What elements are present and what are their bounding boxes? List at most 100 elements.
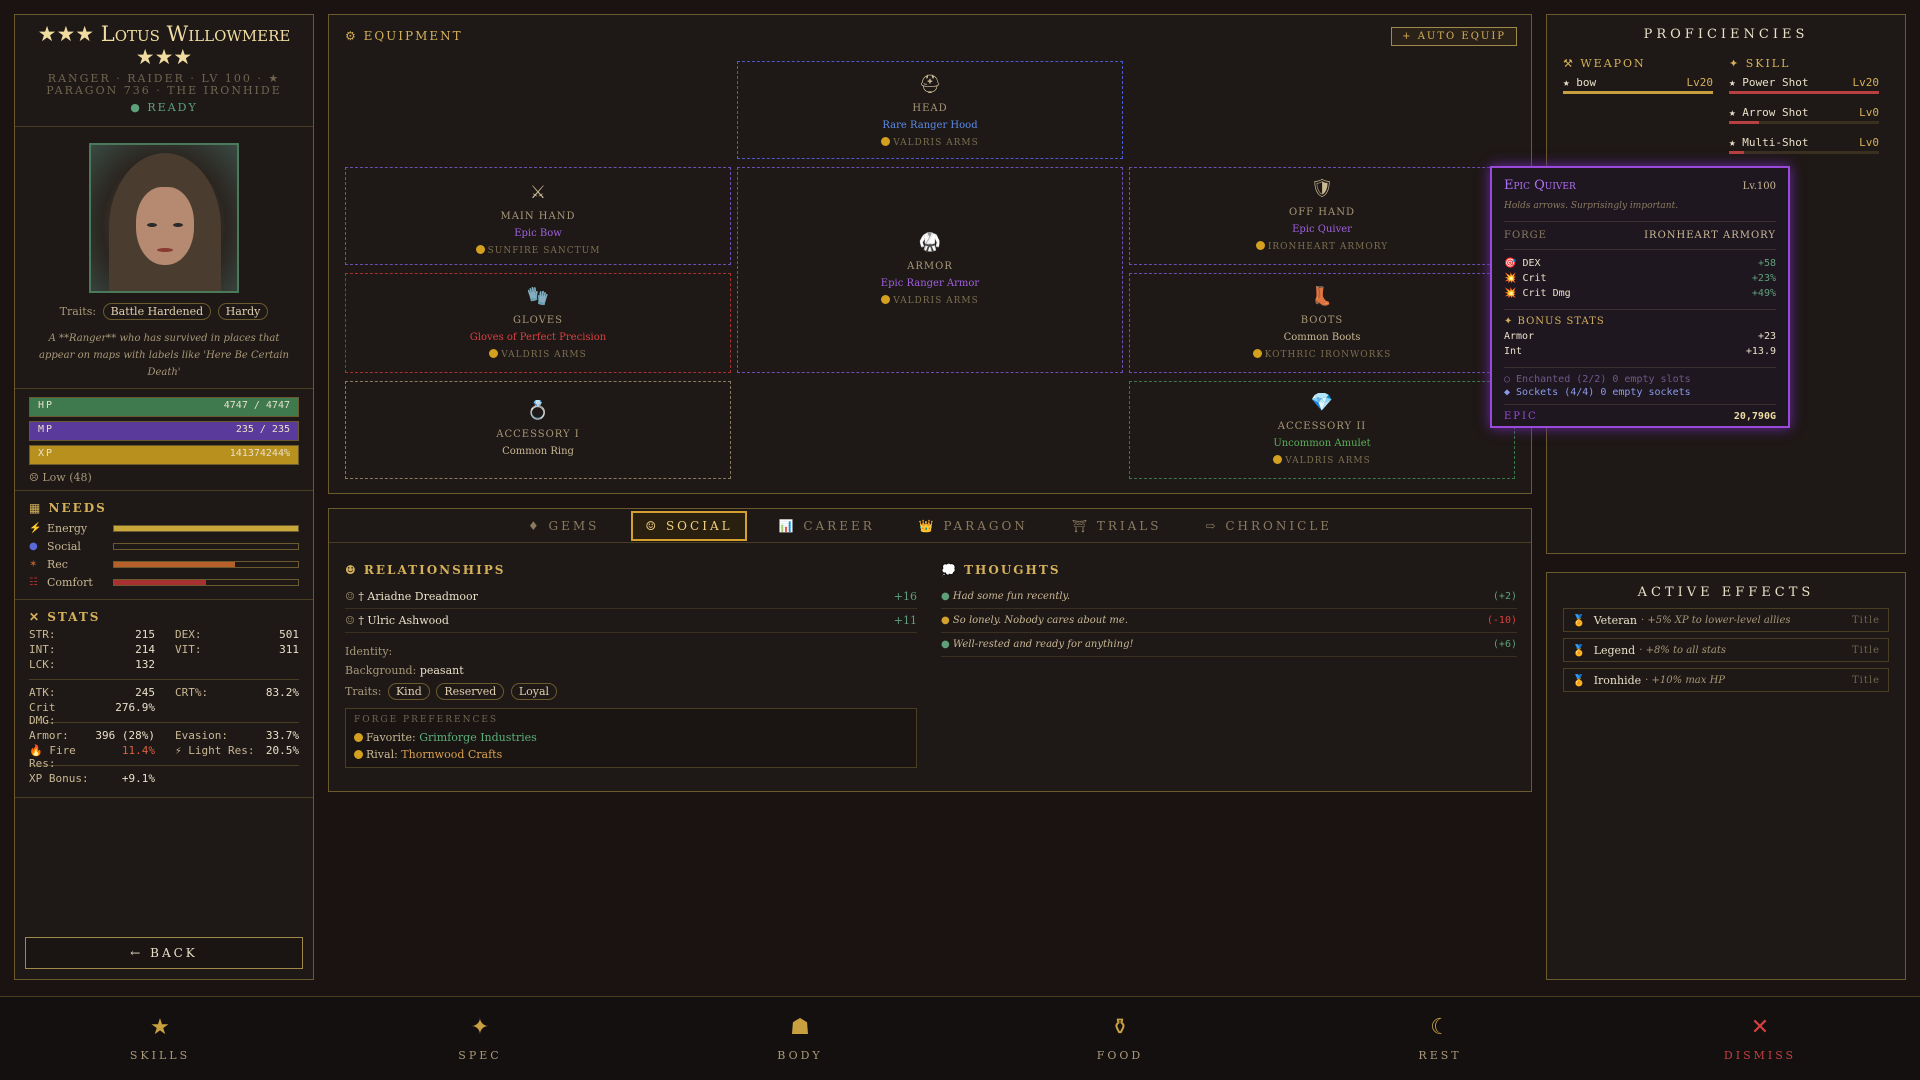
trait-pill: Loyal (510, 683, 558, 700)
social-icon: ● (29, 540, 38, 552)
lightning-icon: ⚡ (29, 522, 42, 534)
coin-icon (1252, 349, 1262, 358)
rest-button[interactable]: ☾ REST (1280, 997, 1600, 1080)
vitals: HP 4747 / 4747 MP 235 / 235 XP 141374244… (15, 397, 313, 484)
relationship-row[interactable]: ☺ † Ulric Ashwood +11 (345, 609, 917, 633)
proficiencies-title: PROFICIENCIES (1643, 27, 1809, 42)
slot-name: ACCESSORY II (1277, 421, 1367, 432)
equipment-title: ⚙ EQUIPMENT (345, 29, 463, 43)
medal-icon: 🏅 (1572, 613, 1586, 627)
body-button[interactable]: ☗ BODY (640, 997, 960, 1080)
rec-icon: ✶ (29, 558, 38, 570)
tooltip-level: Lv.100 (1742, 181, 1776, 192)
auto-equip-button[interactable]: + AUTO EQUIP (1391, 27, 1517, 46)
item-tooltip: Epic Quiver Lv.100 Holds arrows. Surpris… (1490, 166, 1790, 428)
slot-name: OFF HAND (1289, 207, 1355, 218)
skills-button[interactable]: ★ SKILLS (0, 997, 320, 1080)
traits-line: Traits: Battle Hardened Hardy (15, 303, 313, 320)
skull-icon: ☺ (345, 614, 359, 627)
spark-icon: ✦ (470, 1015, 490, 1040)
medal-icon: 🏅 (1572, 673, 1586, 687)
slot-maker: VALDRIS ARMS (1285, 456, 1371, 466)
slot-name: ACCESSORY I (496, 429, 580, 440)
relationship-row[interactable]: ☺ † Ariadne Dreadmoor +16 (345, 585, 917, 609)
slot-name: MAIN HAND (500, 211, 576, 222)
forge-preferences: FORGE PREFERENCES Favorite: Grimforge In… (345, 708, 917, 768)
slot-name: ARMOR (907, 261, 953, 272)
slot-maker: VALDRIS ARMS (501, 350, 587, 360)
slot-boots[interactable]: 👢 BOOTS Common Boots KOTHRIC IRONWORKS (1129, 273, 1515, 373)
trait-pill: Hardy (217, 303, 269, 320)
mp-label: MP (38, 424, 55, 435)
effect-row[interactable]: 🏅 Ironhide · +10% max HP Title (1563, 668, 1889, 692)
coin-icon (475, 245, 485, 254)
need-energy: ⚡ Energy (29, 519, 299, 537)
slot-armor[interactable]: 🥋 ARMOR Epic Ranger Armor VALDRIS ARMS (737, 167, 1123, 373)
slot-item: Epic Quiver (1292, 224, 1352, 235)
coin-icon (881, 137, 891, 146)
character-header: ★★★ Lotus Willowmere ★★★ RANGER · RAIDER… (15, 15, 313, 127)
effect-row[interactable]: 🏅 Veteran · +5% XP to lower-level allies T… (1563, 608, 1889, 632)
tab-chronicle[interactable]: ⇨ CHRONICLE (1194, 513, 1345, 539)
slot-name: BOOTS (1300, 315, 1344, 326)
effects-title: ACTIVE EFFECTS (1637, 585, 1815, 600)
slot-accessory-1[interactable]: 💍 ACCESSORY I Common Ring (345, 381, 731, 479)
skull-icon: ☺ (345, 590, 359, 603)
slot-head[interactable]: ⛑ HEAD Rare Ranger Hood VALDRIS ARMS (737, 61, 1123, 159)
dot-icon: ● (941, 615, 953, 626)
stats-section: ✕ STATS STR: 215 DEX: 501 INT: 214 VIT: 311 LC… (29, 610, 299, 785)
effect-row[interactable]: 🏅 Legend · +8% to all stats Title (1563, 638, 1889, 662)
tab-career[interactable]: 📊 CAREER (767, 513, 887, 539)
tab-trials[interactable]: ⛩ TRIALS (1060, 513, 1174, 539)
thought-row: ● So lonely. Nobody cares about me. (-10… (941, 609, 1517, 633)
tooltip-footer: EPIC 20,790G (1504, 404, 1776, 422)
xp-label: XP (38, 448, 55, 459)
slot-main-hand[interactable]: ⚔ MAIN HAND Epic Bow SUNFIRE SANCTUM (345, 167, 731, 265)
character-bio: A **Ranger** who has survived in places … (38, 333, 289, 378)
armor-icon: 🥋 (918, 232, 942, 253)
thought-row: ● Well-rested and ready for anything! (+… (941, 633, 1517, 657)
slot-item: Epic Ranger Armor (880, 278, 980, 289)
bottom-nav: ★ SKILLS ✦ SPEC ☗ BODY ⚱ FOOD ☾ REST ✕ DISMISS (0, 996, 1920, 1080)
food-button[interactable]: ⚱ FOOD (960, 997, 1280, 1080)
mood-low: ☹ Low (48) (29, 471, 92, 484)
needs-icon: ▦ (29, 501, 49, 515)
coin-icon (1273, 455, 1283, 464)
back-button[interactable]: ← BACK (25, 937, 303, 969)
moon-icon: ☾ (1430, 1015, 1450, 1040)
star-icon: ★ (150, 1015, 170, 1040)
skill-title: ✦ SKILL (1729, 57, 1791, 70)
boots-icon: 👢 (1310, 286, 1334, 307)
tab-gems[interactable]: ♦ GEMS (516, 513, 611, 539)
slot-gloves[interactable]: 🧤 GLOVES Gloves of Perfect Precision VAL… (345, 273, 731, 373)
gem-icon: 💎 (1310, 392, 1334, 413)
mp-value: 235 / 235 (235, 424, 290, 435)
tab-paragon[interactable]: 👑 PARAGON (907, 513, 1040, 539)
trait-pill: Kind (387, 683, 430, 700)
need-fill (114, 525, 298, 531)
slot-item: Uncommon Amulet (1273, 438, 1371, 449)
coin-icon (354, 750, 363, 759)
xp-bar: XP 141374244% (29, 445, 299, 465)
swords-icon: ⚔ (529, 182, 547, 203)
spec-button[interactable]: ✦ SPEC (320, 997, 640, 1080)
helmet-icon: ⛑ (918, 74, 942, 95)
active-effects-panel: ACTIVE EFFECTS 🏅 Veteran · +5% XP to lowe… (1546, 572, 1906, 980)
slot-accessory-2[interactable]: 💎 ACCESSORY II Uncommon Amulet VALDRIS A… (1129, 381, 1515, 479)
slot-item: Rare Ranger Hood (882, 120, 978, 131)
hp-label: HP (38, 400, 55, 411)
need-comfort: ☷ Comfort (29, 573, 299, 591)
skill-proficiencies: ✦ SKILL ★ Power Shot Lv20 ★ Arrow Shot Lv0… (1729, 57, 1879, 154)
character-name: ★★★ Lotus Willowmere ★★★ (37, 22, 291, 69)
dismiss-button[interactable]: ✕ DISMISS (1600, 997, 1920, 1080)
character-portrait (89, 143, 239, 293)
need-label: Comfort (47, 575, 93, 589)
favorite-forge: Favorite: Grimforge Industries (354, 731, 908, 744)
hp-value: 4747 / 4747 (223, 400, 290, 411)
slot-off-hand[interactable]: 🛡 OFF HAND Epic Quiver IRONHEART ARMORY (1129, 167, 1515, 265)
relationships-title: ☻ RELATIONSHIPS (345, 563, 506, 577)
tab-social[interactable]: ☺ SOCIAL (631, 510, 747, 541)
rival-forge: Rival: Thornwood Crafts (354, 748, 908, 761)
need-fill (114, 561, 236, 567)
proficiency-row: ★ Arrow Shot Lv0 (1729, 106, 1879, 119)
